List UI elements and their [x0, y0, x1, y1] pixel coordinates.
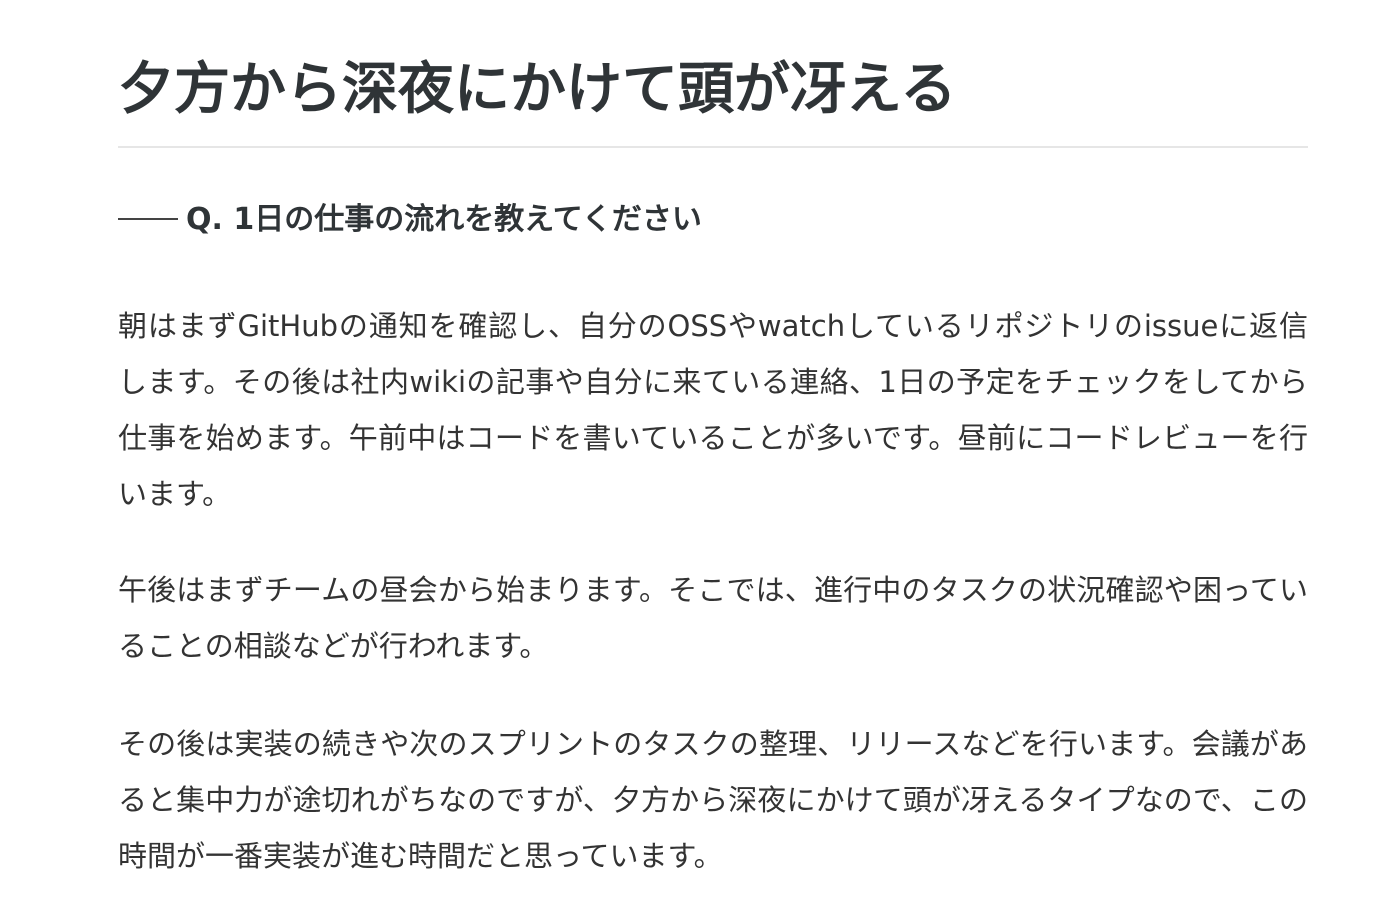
answer-paragraph-2: 午後はまずチームの昼会から始まります。そこでは、進行中のタスクの状況確認や困って… [118, 573, 1308, 663]
answer-paragraph-3: その後は実装の続きや次のスプリントのタスクの整理、リリースなどを行います。会議が… [118, 727, 1308, 873]
interview-question: Q. 1日の仕事の流れを教えてください [118, 200, 1308, 240]
question-text: Q. 1日の仕事の流れを教えてください [186, 202, 702, 237]
article-title: 夕方から深夜にかけて頭が冴える [118, 57, 957, 122]
answer-paragraph-1: 朝はまずGitHubの通知を確認し、自分のOSSやwatchしているリポジトリの… [118, 309, 1308, 511]
title-divider [118, 146, 1308, 148]
question-dash [118, 217, 178, 220]
article: 夕方から深夜にかけて頭が冴える Q. 1日の仕事の流れを教えてください 朝はまず… [118, 0, 1308, 884]
